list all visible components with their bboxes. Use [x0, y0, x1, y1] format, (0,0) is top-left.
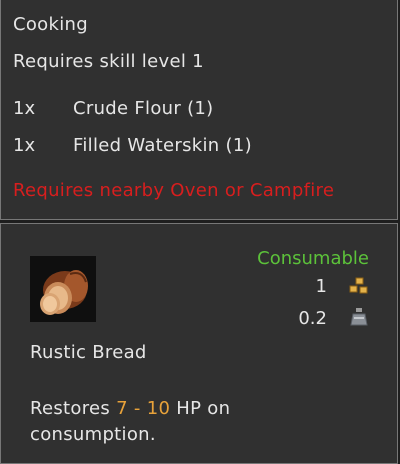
skill-requirement: Requires skill level 1: [13, 51, 204, 72]
description-text: HP on: [170, 398, 231, 419]
recipe-title: Cooking: [13, 14, 88, 35]
item-description-line2: consumption.: [30, 424, 156, 445]
station-requirement: Requires nearby Oven or Campfire: [13, 180, 335, 201]
ingredient-name: Crude Flour (1): [73, 98, 214, 119]
bread-icon: [40, 270, 88, 315]
item-description: Restores 7 - 10 HP on: [30, 398, 230, 419]
description-text: Restores: [30, 398, 117, 419]
ingredient-qty: 1x: [13, 135, 36, 156]
item-value: 1: [315, 276, 327, 297]
item-tooltip: Consumable 1 0.2 Rustic Bread Restores 7…: [0, 223, 398, 464]
weight-icon: [350, 308, 368, 326]
ingredient-qty: 1x: [13, 98, 36, 119]
ingredient-name: Filled Waterskin (1): [73, 135, 252, 156]
item-weight: 0.2: [298, 308, 327, 329]
item-icon-frame: [30, 256, 96, 322]
hp-range: 7 - 10: [116, 398, 171, 419]
recipe-tooltip: Cooking Requires skill level 1 1x Crude …: [0, 0, 398, 220]
item-type: Consumable: [257, 248, 369, 269]
coins-icon: [349, 277, 368, 294]
item-name: Rustic Bread: [30, 342, 147, 363]
